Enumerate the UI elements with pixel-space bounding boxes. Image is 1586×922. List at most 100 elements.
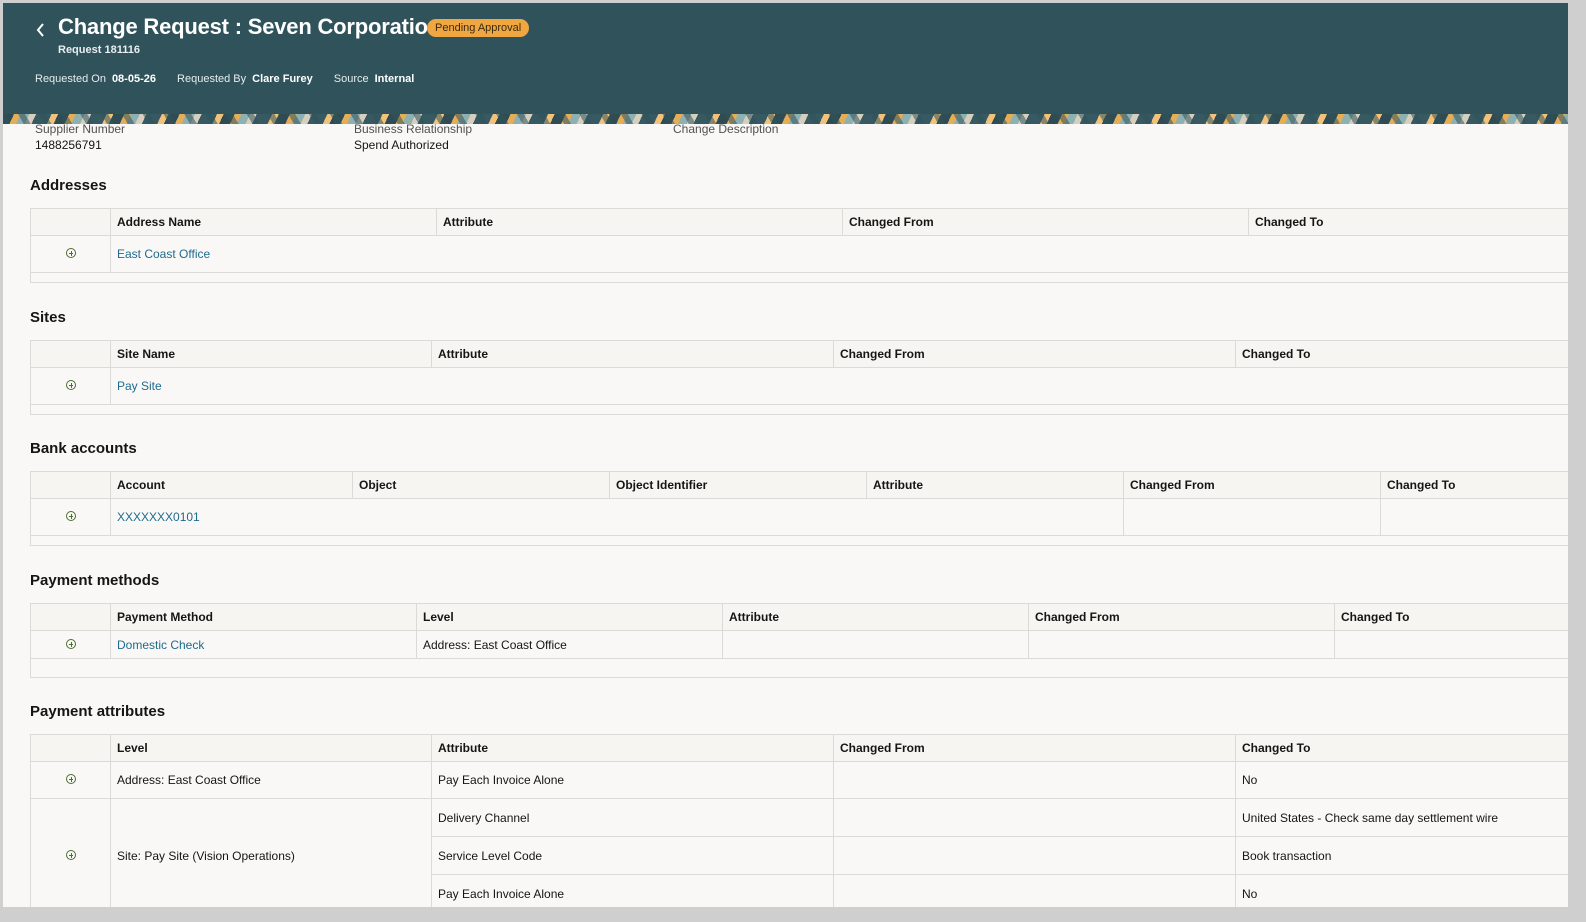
column-header[interactable]: Changed To [1334, 603, 1568, 631]
sites-table: Site Name Attribute Changed From Changed… [30, 340, 1568, 415]
back-chevron-icon [36, 23, 44, 37]
table-row: Pay Site [30, 367, 1568, 405]
column-header[interactable]: Changed From [833, 734, 1236, 762]
column-header[interactable]: Attribute [866, 471, 1124, 499]
table-header-row: Site Name Attribute Changed From Changed… [30, 340, 1568, 368]
expand-icon[interactable] [65, 380, 76, 390]
table-header-row: Level Attribute Changed From Changed To [30, 734, 1568, 762]
expand-icon[interactable] [65, 849, 76, 860]
bank-accounts-table: Account Object Object Identifier Attribu… [30, 471, 1568, 546]
table-row: Domestic Check Address: East Coast Offic… [30, 630, 1568, 659]
column-header[interactable]: Changed To [1235, 340, 1568, 368]
expand-cell [30, 367, 111, 405]
column-header[interactable]: Account [110, 471, 353, 499]
business-relationship-label: Business Relationship [354, 122, 473, 136]
expand-icon[interactable] [65, 774, 76, 784]
level-cell: Address: East Coast Office [110, 761, 432, 799]
changed-from-cell [1123, 498, 1381, 536]
requested-by-label: Requested By [177, 73, 247, 85]
expand-cell [30, 630, 111, 659]
table-footer-cell [30, 272, 1568, 283]
table-header-row: Address Name Attribute Changed From Chan… [30, 208, 1568, 236]
expand-cell [30, 498, 111, 536]
supplier-number-label: Supplier Number [35, 122, 126, 136]
changed-to-cell [1380, 498, 1568, 536]
table-row: East Coast Office [30, 235, 1568, 273]
payment-method-link[interactable]: Domestic Check [117, 638, 204, 652]
source-value: Internal [374, 73, 415, 85]
column-header[interactable]: Attribute [722, 603, 1029, 631]
expand-cell [30, 235, 111, 273]
expand-column-header [30, 471, 111, 499]
site-name-cell: Pay Site [110, 367, 1568, 405]
column-header[interactable]: Payment Method [110, 603, 417, 631]
changed-from-cell [833, 874, 1236, 907]
bank-accounts-heading: Bank accounts [30, 440, 137, 457]
source-label: Source [333, 73, 369, 85]
expand-icon[interactable] [65, 638, 76, 649]
expand-icon[interactable] [65, 511, 76, 521]
column-header[interactable]: Changed From [1028, 603, 1335, 631]
changed-from-cell [1028, 630, 1335, 659]
attribute-cell: Delivery Channel [431, 798, 834, 837]
column-header[interactable]: Changed From [1123, 471, 1381, 499]
expand-icon[interactable] [65, 248, 76, 258]
level-cell: Site: Pay Site (Vision Operations) [110, 798, 432, 907]
changed-to-cell [1334, 630, 1568, 659]
attribute-cell [722, 630, 1029, 659]
attribute-cell: Pay Each Invoice Alone [431, 874, 834, 907]
column-header[interactable]: Level [416, 603, 723, 631]
table-row: Site: Pay Site (Vision Operations) Deliv… [30, 798, 1568, 907]
column-header[interactable]: Address Name [110, 208, 437, 236]
page-header: Change Request : Seven Corporation Pendi… [3, 3, 1568, 114]
table-header-row: Payment Method Level Attribute Changed F… [30, 603, 1568, 631]
payment-method-cell: Domestic Check [110, 630, 417, 659]
level-cell: Address: East Coast Office [416, 630, 723, 659]
site-link[interactable]: Pay Site [117, 379, 162, 393]
attribute-cell: Pay Each Invoice Alone [431, 761, 834, 799]
column-header[interactable]: Level [110, 734, 432, 762]
request-number: Request 181116 [58, 44, 140, 56]
column-header[interactable]: Attribute [431, 340, 834, 368]
back-button[interactable] [29, 17, 51, 43]
status-badge: Pending Approval [427, 19, 530, 37]
table-footer [30, 658, 1568, 678]
expand-column-header [30, 734, 111, 762]
column-header[interactable]: Object Identifier [609, 471, 867, 499]
table-row: Address: East Coast Office Pay Each Invo… [30, 761, 1568, 799]
expand-cell [30, 761, 111, 799]
column-header[interactable]: Site Name [110, 340, 432, 368]
changed-from-cell [833, 761, 1236, 799]
address-name-cell: East Coast Office [110, 235, 1568, 273]
decorative-banner [3, 114, 1568, 124]
account-link[interactable]: XXXXXXX0101 [117, 510, 200, 524]
changed-to-cell: United States - Check same day settlemen… [1235, 798, 1568, 837]
account-cell: XXXXXXX0101 [110, 498, 1124, 536]
table-footer [30, 535, 1568, 546]
address-link[interactable]: East Coast Office [117, 247, 210, 261]
table-row: XXXXXXX0101 [30, 498, 1568, 536]
requested-on-label: Requested On [35, 73, 106, 85]
column-header[interactable]: Changed From [842, 208, 1249, 236]
column-header[interactable]: Changed To [1235, 734, 1568, 762]
table-footer-cell [30, 535, 1568, 546]
column-header[interactable]: Changed To [1380, 471, 1568, 499]
column-header[interactable]: Changed To [1248, 208, 1568, 236]
changed-from-cell [833, 836, 1236, 875]
addresses-heading: Addresses [30, 177, 107, 194]
table-footer [30, 404, 1568, 415]
column-header[interactable]: Attribute [431, 734, 834, 762]
request-meta: Requested On 08-05-26 Requested By Clare F… [35, 73, 432, 85]
column-header[interactable]: Changed From [833, 340, 1236, 368]
payment-methods-heading: Payment methods [30, 572, 160, 589]
expand-column-header [30, 208, 111, 236]
column-header[interactable]: Object [352, 471, 610, 499]
changed-to-cell: No [1235, 874, 1568, 907]
expand-column-header [30, 603, 111, 631]
payment-methods-table: Payment Method Level Attribute Changed F… [30, 603, 1568, 678]
changed-to-cell: Book transaction [1235, 836, 1568, 875]
table-header-row: Account Object Object Identifier Attribu… [30, 471, 1568, 499]
table-footer-cell [30, 658, 1568, 678]
payment-attributes-table: Level Attribute Changed From Changed To … [30, 734, 1568, 907]
column-header[interactable]: Attribute [436, 208, 843, 236]
